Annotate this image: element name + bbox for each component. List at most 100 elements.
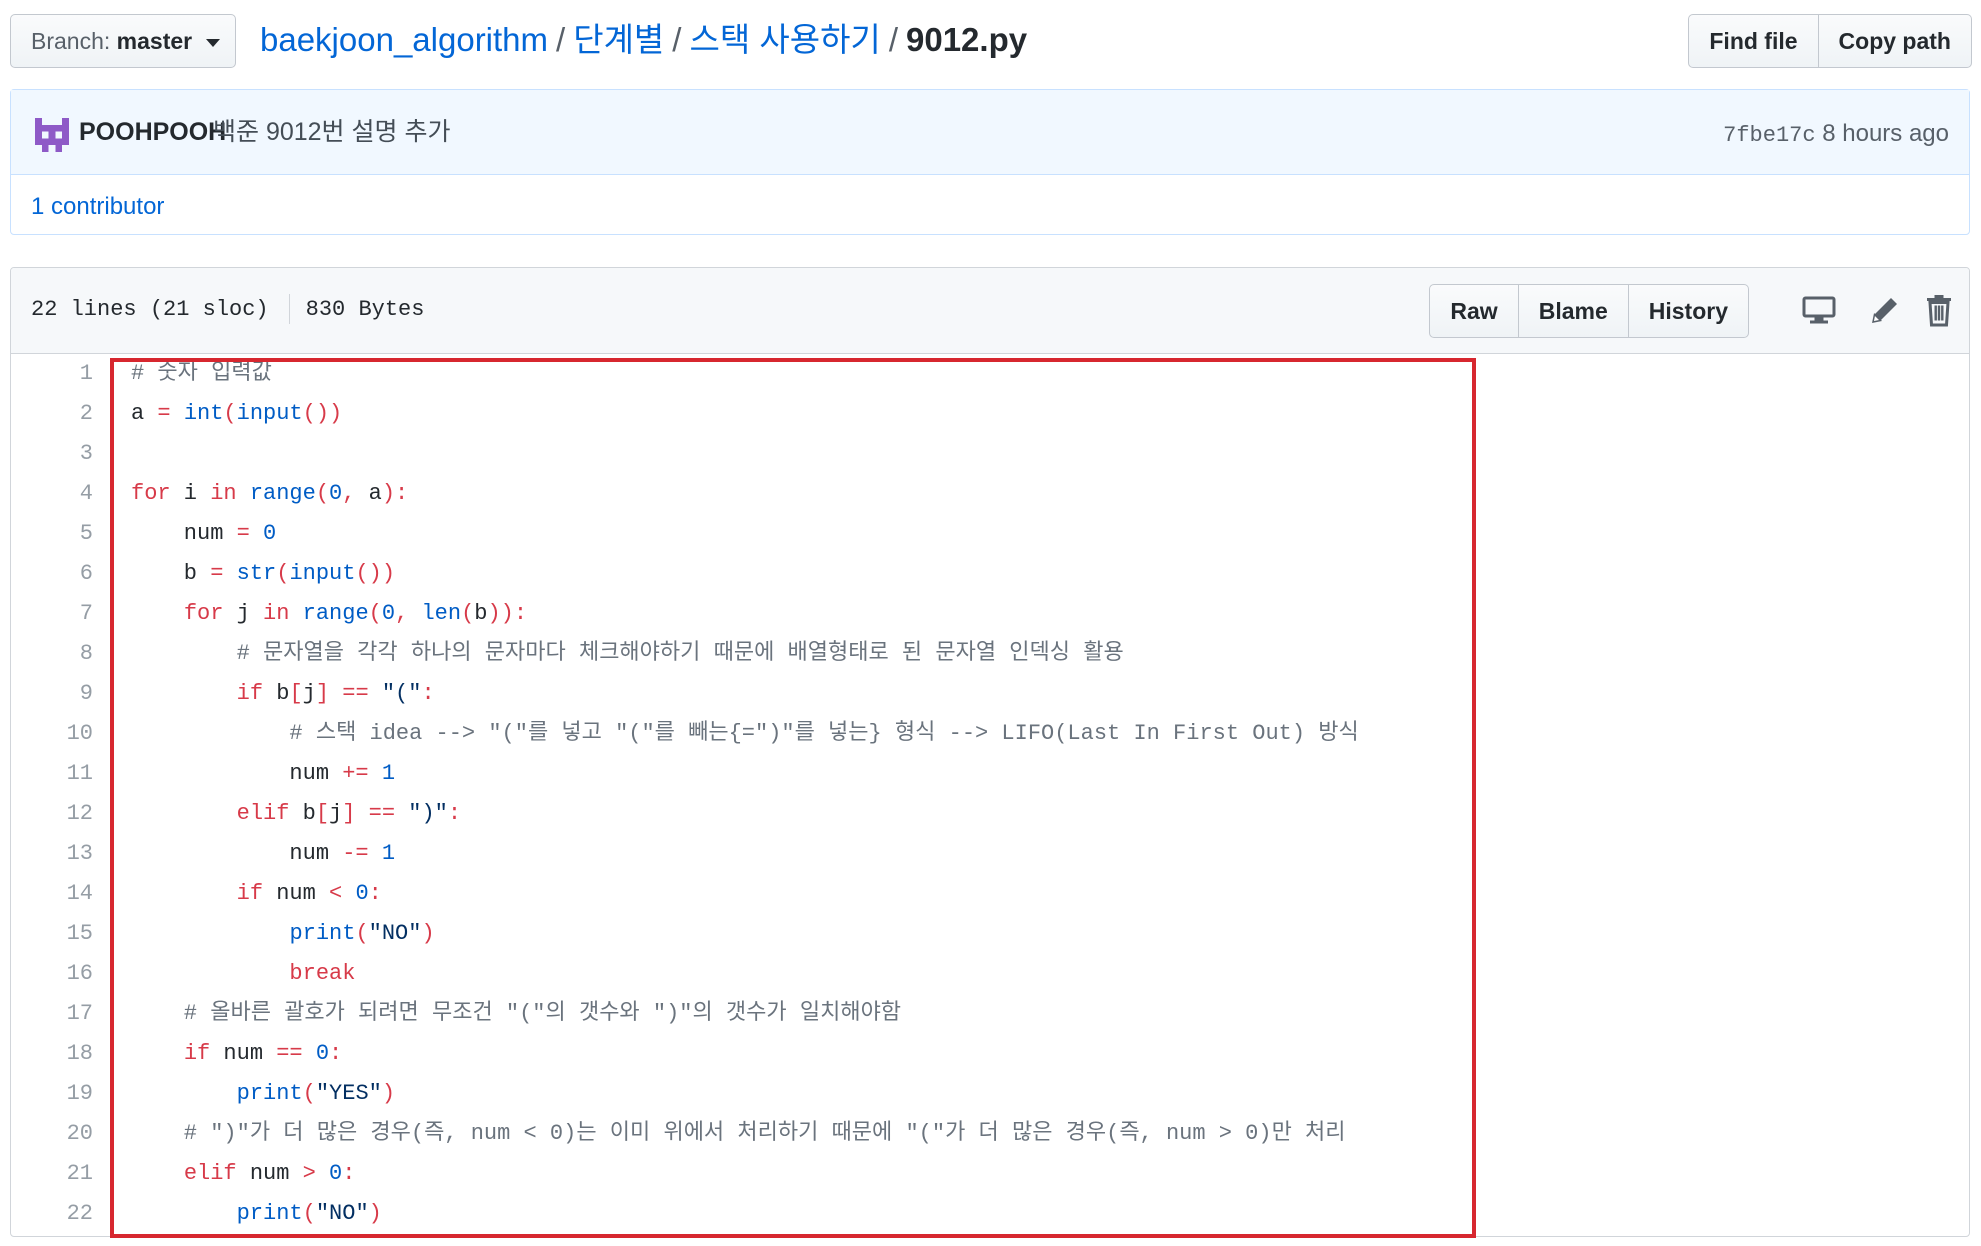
- code-line: 3: [11, 434, 1969, 474]
- code-content: print("NO"): [236, 1201, 382, 1226]
- contributors-link[interactable]: 1 contributor: [31, 190, 164, 224]
- code-viewer: 1 # 숫자 입력값 2 a = int(input()) 3 4 for i in …: [11, 354, 1969, 1236]
- blame-button[interactable]: Blame: [1518, 284, 1629, 338]
- code-content: if num == 0:: [183, 1041, 343, 1066]
- code-content: b = str(input()): [131, 561, 396, 586]
- line-number[interactable]: 15: [11, 914, 93, 954]
- line-number[interactable]: 16: [11, 954, 93, 994]
- code-line: 8 # 문자열을 각각 하나의 문자마다 체크해야하기 때문에 배열형태로 된 …: [11, 634, 1969, 674]
- file-header: 22 lines (21 sloc) 830 Bytes Raw Blame Hi…: [11, 268, 1969, 354]
- line-number[interactable]: 11: [11, 754, 93, 794]
- code-content: print("YES"): [236, 1081, 396, 1106]
- commit-meta: 7fbe17c 8 hours ago: [1723, 116, 1949, 154]
- file-navigation: Branch: master baekjoon_algorithm / 단계별 / 스택…: [10, 14, 1972, 70]
- breadcrumb-dir1-link[interactable]: 단계별: [573, 21, 664, 58]
- code-line: 9 if b[j] == "(":: [11, 674, 1969, 714]
- code-line: 20 # ")"가 더 많은 경우(즉, num < 0)는 이미 위에서 처리…: [11, 1114, 1969, 1154]
- line-number[interactable]: 5: [11, 514, 93, 554]
- line-number[interactable]: 9: [11, 674, 93, 714]
- desktop-icon[interactable]: [1801, 292, 1837, 328]
- breadcrumb: baekjoon_algorithm / 단계별 / 스택 사용하기/9012.py: [260, 18, 1027, 62]
- code-content: # ")"가 더 많은 경우(즉, num < 0)는 이미 위에서 처리하기 …: [131, 1121, 1346, 1146]
- line-number[interactable]: 3: [11, 434, 93, 474]
- code-content: # 올바른 괄호가 되려면 무조건 "("의 갯수와 ")"의 갯수가 일치해야…: [131, 1001, 902, 1026]
- commit-message-link[interactable]: 백준 9012번 설명 추가: [213, 114, 450, 150]
- latest-commit-row: POOHPOOH 백준 9012번 설명 추가 7fbe17c 8 hours …: [11, 90, 1969, 175]
- code-content: elif b[j] == ")":: [236, 801, 462, 826]
- file-info-divider: [288, 294, 290, 325]
- branch-label: Branch:: [31, 28, 111, 54]
- breadcrumb-separator: /: [888, 21, 898, 58]
- copy-path-button[interactable]: Copy path: [1818, 14, 1972, 68]
- code-line: 22 print("NO"): [11, 1194, 1969, 1234]
- breadcrumb-current-file: 9012.py: [905, 21, 1028, 58]
- line-number[interactable]: 19: [11, 1074, 93, 1114]
- pencil-icon[interactable]: [1867, 292, 1903, 328]
- code-line: 14 if num < 0:: [11, 874, 1969, 914]
- history-button[interactable]: History: [1628, 284, 1749, 338]
- find-file-button[interactable]: Find file: [1688, 14, 1819, 68]
- breadcrumb-separator: /: [672, 21, 682, 58]
- file-view: 22 lines (21 sloc) 830 Bytes Raw Blame Hi…: [10, 267, 1970, 1237]
- code-content: num += 1: [131, 761, 396, 786]
- line-number[interactable]: 2: [11, 394, 93, 434]
- code-line: 4 for i in range(0, a):: [11, 474, 1969, 514]
- code-content: if b[j] == "(":: [236, 681, 435, 706]
- code-line: 10 # 스택 idea --> "("를 넣고 "("를 빼는{=")"를 넣…: [11, 714, 1969, 754]
- code-content: elif num > 0:: [183, 1161, 356, 1186]
- commit-time: 8 hours ago: [1822, 120, 1949, 147]
- code-line: 17 # 올바른 괄호가 되려면 무조건 "("의 갯수와 ")"의 갯수가 일…: [11, 994, 1969, 1034]
- code-line: 16 break: [11, 954, 1969, 994]
- code-content: # 스택 idea --> "("를 넣고 "("를 빼는{=")"를 넣는} …: [131, 721, 1359, 746]
- code-line: 7 for j in range(0, len(b)):: [11, 594, 1969, 634]
- file-line-count: 22 lines (21 sloc): [31, 297, 269, 322]
- code-line: 15 print("NO"): [11, 914, 1969, 954]
- line-number[interactable]: 17: [11, 994, 93, 1034]
- file-action-buttons: Raw Blame History: [1429, 284, 1749, 338]
- chevron-down-icon: [206, 38, 221, 47]
- code-line: 2 a = int(input()): [11, 394, 1969, 434]
- identicon-avatar-icon[interactable]: [35, 118, 69, 152]
- breadcrumb-dir2-link[interactable]: 스택 사용하기: [689, 21, 880, 58]
- code-line: 5 num = 0: [11, 514, 1969, 554]
- trash-icon[interactable]: [1921, 292, 1957, 328]
- line-number[interactable]: 8: [11, 634, 93, 674]
- code-line: 19 print("YES"): [11, 1074, 1969, 1114]
- line-number[interactable]: 14: [11, 874, 93, 914]
- code-content: for j in range(0, len(b)):: [183, 601, 528, 626]
- line-number[interactable]: 12: [11, 794, 93, 834]
- line-number[interactable]: 13: [11, 834, 93, 874]
- raw-button[interactable]: Raw: [1429, 284, 1519, 338]
- code-line: 11 num += 1: [11, 754, 1969, 794]
- file-size: 830 Bytes: [305, 297, 425, 322]
- line-number[interactable]: 20: [11, 1114, 93, 1154]
- line-number[interactable]: 21: [11, 1154, 93, 1194]
- code-content: if num < 0:: [236, 881, 382, 906]
- breadcrumb-repo-link[interactable]: baekjoon_algorithm: [260, 21, 548, 58]
- code-content: # 문자열을 각각 하나의 문자마다 체크해야하기 때문에 배열형태로 된 문자…: [131, 641, 1124, 666]
- commit-sha-link[interactable]: 7fbe17c: [1723, 123, 1815, 148]
- file-info: 22 lines (21 sloc) 830 Bytes: [31, 292, 424, 328]
- code-line: 13 num -= 1: [11, 834, 1969, 874]
- branch-selector[interactable]: Branch: master: [10, 14, 236, 68]
- file-nav-buttons: Find file Copy path: [1688, 14, 1972, 68]
- code-line: 12 elif b[j] == ")":: [11, 794, 1969, 834]
- code-content: # 숫자 입력값: [131, 361, 272, 386]
- line-number[interactable]: 10: [11, 714, 93, 754]
- line-number[interactable]: 1: [11, 354, 93, 394]
- code-content: num -= 1: [131, 841, 396, 866]
- line-number[interactable]: 18: [11, 1034, 93, 1074]
- code-content: a = int(input()): [131, 401, 343, 426]
- line-number[interactable]: 4: [11, 474, 93, 514]
- code-content: num = 0: [131, 521, 277, 546]
- commit-tease: POOHPOOH 백준 9012번 설명 추가 7fbe17c 8 hours …: [10, 89, 1970, 235]
- line-number[interactable]: 7: [11, 594, 93, 634]
- code-content: for i in range(0, a):: [131, 481, 409, 506]
- commit-author-link[interactable]: POOHPOOH: [79, 114, 226, 150]
- line-number[interactable]: 22: [11, 1194, 93, 1234]
- code-line: 6 b = str(input()): [11, 554, 1969, 594]
- line-number[interactable]: 6: [11, 554, 93, 594]
- code-line: 1 # 숫자 입력값: [11, 354, 1969, 394]
- branch-name: master: [116, 28, 193, 54]
- code-content: print("NO"): [289, 921, 435, 946]
